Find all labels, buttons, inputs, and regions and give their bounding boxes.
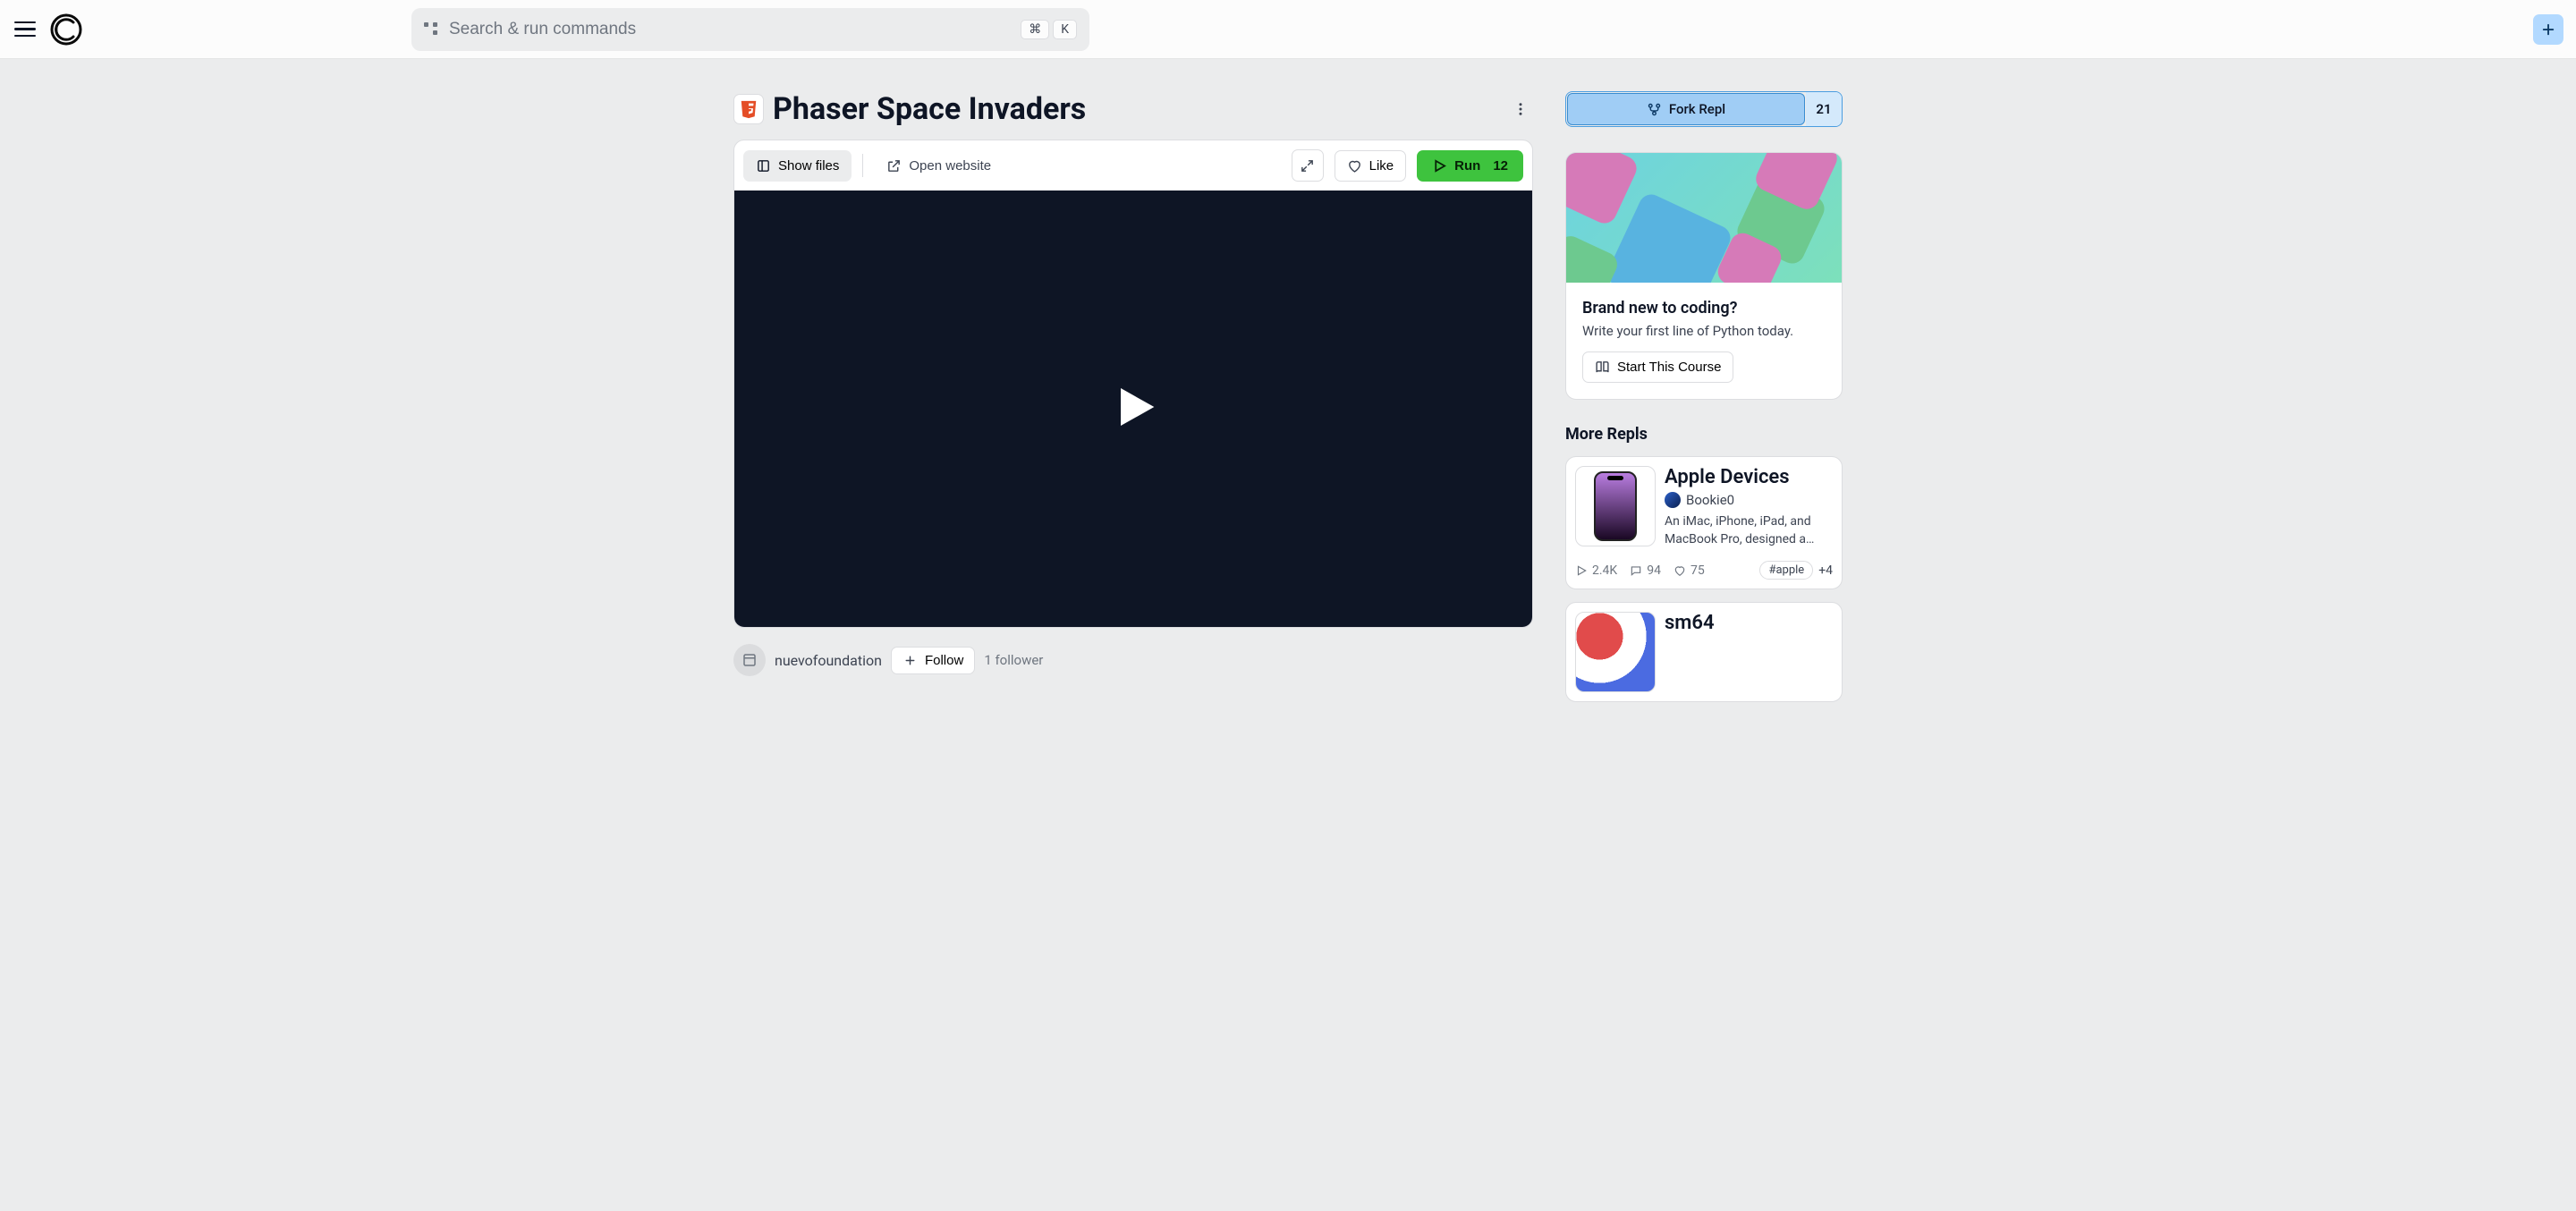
- search-bar[interactable]: ⌘ K: [411, 8, 1089, 51]
- promo-image: [1566, 153, 1842, 283]
- author-avatar[interactable]: [733, 644, 766, 676]
- command-grid-icon: [424, 22, 438, 37]
- promo-title: Brand new to coding?: [1582, 299, 1826, 318]
- create-button[interactable]: [2533, 14, 2563, 45]
- open-website-button[interactable]: Open website: [874, 150, 1004, 182]
- repl-card-author[interactable]: Bookie0: [1686, 492, 1734, 508]
- preview-panel: Show files Open website Like Run: [733, 140, 1533, 628]
- expand-button[interactable]: [1292, 149, 1324, 182]
- author-mini-avatar: [1665, 492, 1681, 508]
- more-tags[interactable]: +4: [1818, 563, 1833, 578]
- repl-card[interactable]: Apple Devices Bookie0 An iMac, iPhone, i…: [1565, 456, 1843, 589]
- play-overlay-icon[interactable]: [1108, 382, 1158, 436]
- repl-card-title: Apple Devices: [1665, 466, 1833, 488]
- more-options-button[interactable]: [1508, 97, 1533, 122]
- search-input[interactable]: [449, 20, 1010, 39]
- runs-stat: 2.4K: [1575, 563, 1617, 578]
- follower-count: 1 follower: [984, 652, 1043, 668]
- fork-count: 21: [1806, 92, 1842, 126]
- more-repls-heading: More Repls: [1565, 425, 1843, 444]
- run-count: 12: [1493, 158, 1508, 174]
- replit-logo[interactable]: [50, 13, 82, 46]
- hamburger-menu[interactable]: [13, 17, 38, 42]
- show-files-button[interactable]: Show files: [743, 150, 852, 182]
- repl-thumbnail: [1575, 466, 1656, 546]
- tag[interactable]: #apple: [1759, 561, 1813, 580]
- fork-repl-button[interactable]: Fork Repl: [1567, 93, 1805, 125]
- repl-card-title: sm64: [1665, 612, 1833, 634]
- repl-card-desc: An iMac, iPhone, iPad, and MacBook Pro, …: [1665, 513, 1833, 548]
- keyboard-shortcut: ⌘ K: [1021, 20, 1077, 39]
- output-stage[interactable]: [734, 191, 1532, 627]
- repl-thumbnail: [1575, 612, 1656, 692]
- comments-stat: 94: [1630, 563, 1661, 578]
- repl-card[interactable]: sm64: [1565, 602, 1843, 702]
- author-name[interactable]: nuevofoundation: [775, 652, 882, 669]
- promo-text: Write your first line of Python today.: [1582, 323, 1826, 339]
- repl-title: Phaser Space Invaders: [773, 91, 1499, 127]
- start-course-button[interactable]: Start This Course: [1582, 351, 1733, 383]
- likes-stat: 75: [1674, 563, 1705, 578]
- html5-lang-icon: [733, 94, 764, 124]
- like-button[interactable]: Like: [1335, 150, 1407, 182]
- follow-button[interactable]: Follow: [891, 647, 975, 674]
- run-button[interactable]: Run 12: [1417, 150, 1523, 182]
- promo-card[interactable]: Brand new to coding? Write your first li…: [1565, 152, 1843, 400]
